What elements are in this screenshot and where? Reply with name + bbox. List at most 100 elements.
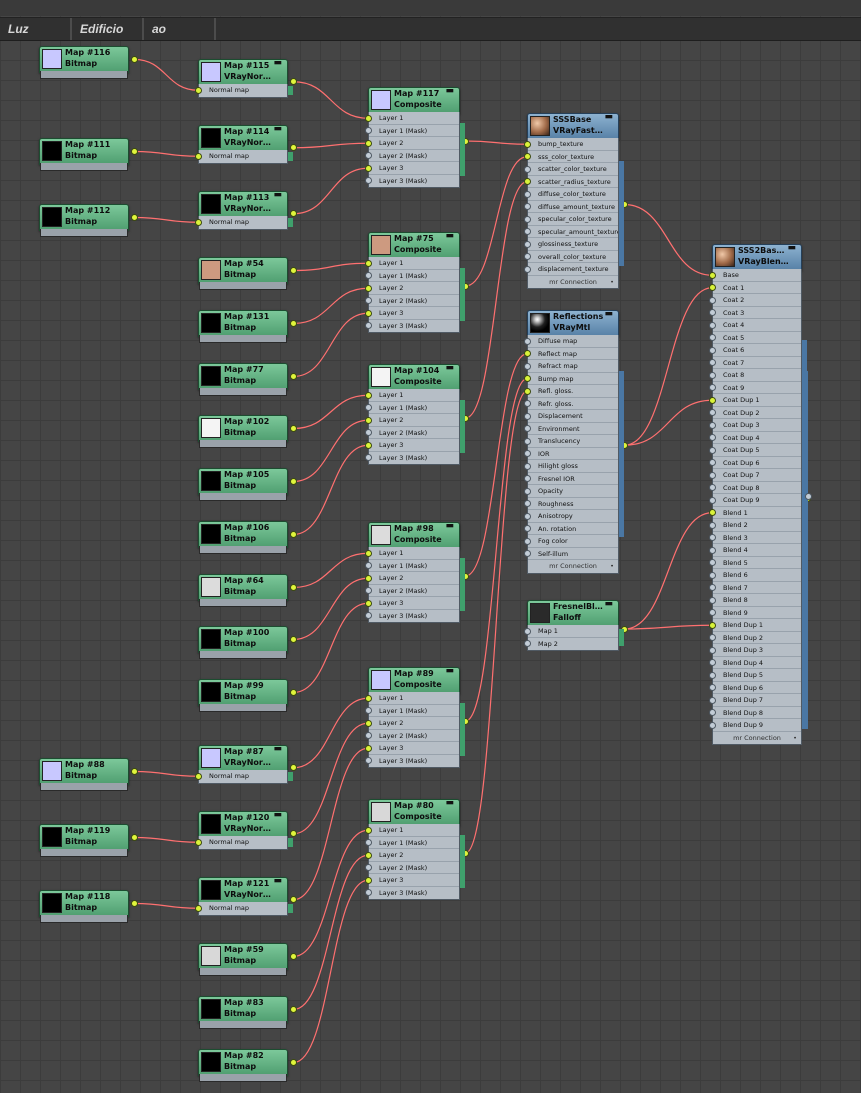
input-slot[interactable]: Bump map (528, 373, 618, 385)
output-socket[interactable] (290, 373, 297, 380)
node-header[interactable]: Map #98 Composite ▬ (368, 521, 460, 549)
mr-connection-row[interactable]: mr Connection • (528, 560, 618, 573)
node-header[interactable]: Map #118 Bitmap (39, 890, 129, 917)
input-socket[interactable] (708, 434, 716, 442)
output-socket[interactable] (131, 214, 138, 221)
node-header[interactable]: Map #59 Bitmap (198, 943, 288, 970)
input-socket[interactable] (194, 838, 202, 846)
input-socket[interactable] (708, 659, 716, 667)
node-n99[interactable]: Map #99 Bitmap (198, 679, 288, 712)
input-socket[interactable] (523, 265, 531, 273)
input-socket[interactable] (364, 416, 372, 424)
output-socket[interactable] (131, 900, 138, 907)
node-n117[interactable]: Map #117 Composite ▬ Layer 1 Layer 1 (Mas… (368, 86, 460, 193)
mr-connection-row[interactable]: mr Connection • (528, 276, 618, 289)
input-slot[interactable]: Translucency (528, 435, 618, 448)
input-socket[interactable] (708, 309, 716, 317)
input-slot[interactable]: Layer 2 (Mask) (369, 730, 459, 742)
input-socket[interactable] (523, 462, 531, 470)
input-slot[interactable]: Anisotropy (528, 510, 618, 523)
input-slot[interactable]: Diffuse map (528, 335, 618, 348)
input-socket[interactable] (708, 609, 716, 617)
input-slot[interactable]: scatter_color_texture (528, 163, 618, 176)
node-header[interactable]: Map #54 Bitmap (198, 257, 288, 284)
node-header[interactable]: Map #113 VRayNor… ▬ (198, 190, 288, 218)
input-socket[interactable] (708, 284, 716, 292)
output-socket[interactable] (290, 320, 297, 327)
input-slot[interactable]: Layer 3 (Mask) (369, 175, 459, 188)
input-socket[interactable] (708, 484, 716, 492)
input-socket[interactable] (364, 114, 372, 122)
input-socket[interactable] (523, 215, 531, 223)
input-socket[interactable] (523, 203, 531, 211)
input-slot[interactable]: Blend Dup 9 (713, 719, 801, 732)
input-socket[interactable] (708, 534, 716, 542)
input-socket[interactable] (523, 640, 531, 648)
input-socket[interactable] (523, 253, 531, 261)
input-socket[interactable] (708, 459, 716, 467)
input-socket[interactable] (708, 571, 716, 579)
input-socket[interactable] (523, 437, 531, 445)
input-socket[interactable] (708, 409, 716, 417)
node-header[interactable]: Map #89 Composite ▬ (368, 666, 460, 694)
input-socket[interactable] (523, 525, 531, 533)
input-slot[interactable]: Blend 8 (713, 594, 801, 607)
input-slot[interactable]: Layer 3 (Mask) (369, 887, 459, 900)
node-header[interactable]: FresnelBl… Falloff ▬ (527, 599, 619, 627)
node-header[interactable]: Map #64 Bitmap (198, 574, 288, 601)
input-slot[interactable]: Blend Dup 6 (713, 682, 801, 694)
node-n105[interactable]: Map #105 Bitmap (198, 468, 288, 501)
minimize-icon[interactable]: ▬ (445, 798, 454, 808)
node-n88[interactable]: Map #88 Bitmap (39, 758, 129, 791)
input-socket[interactable] (364, 127, 372, 135)
input-slot[interactable]: Self-illum (528, 548, 618, 560)
input-slot[interactable]: Blend Dup 7 (713, 694, 801, 707)
minimize-icon[interactable]: ▬ (604, 112, 613, 122)
input-slot[interactable]: Normal map (199, 902, 287, 915)
input-slot[interactable]: Reflect map (528, 348, 618, 360)
input-slot[interactable]: Map 1 (528, 625, 618, 638)
input-slot[interactable]: Blend 5 (713, 557, 801, 569)
output-socket[interactable] (290, 953, 297, 960)
minimize-icon[interactable]: ▬ (273, 58, 282, 68)
node-n54[interactable]: Map #54 Bitmap (198, 257, 288, 290)
input-slot[interactable]: Layer 3 (Mask) (369, 320, 459, 333)
minimize-icon[interactable]: ▬ (604, 309, 613, 319)
input-slot[interactable]: Blend 2 (713, 519, 801, 532)
minimize-icon[interactable]: ▬ (445, 86, 454, 96)
input-slot[interactable]: Coat Dup 1 (713, 394, 801, 407)
input-slot[interactable]: Layer 3 (369, 162, 459, 175)
node-n112[interactable]: Map #112 Bitmap (39, 204, 129, 237)
input-socket[interactable] (523, 537, 531, 545)
input-socket[interactable] (364, 322, 372, 330)
input-slot[interactable]: displacement_texture (528, 263, 618, 276)
input-socket[interactable] (708, 521, 716, 529)
node-header[interactable]: Map #99 Bitmap (198, 679, 288, 706)
input-socket[interactable] (708, 621, 716, 629)
input-socket[interactable] (364, 839, 372, 847)
input-socket[interactable] (523, 240, 531, 248)
input-slot[interactable]: An. rotation (528, 523, 618, 535)
input-socket[interactable] (364, 177, 372, 185)
node-n102[interactable]: Map #102 Bitmap (198, 415, 288, 448)
input-slot[interactable]: Layer 2 (Mask) (369, 295, 459, 307)
input-socket[interactable] (708, 296, 716, 304)
input-socket[interactable] (364, 272, 372, 280)
minimize-icon[interactable]: ▬ (604, 599, 613, 609)
input-socket[interactable] (708, 671, 716, 679)
input-socket[interactable] (364, 391, 372, 399)
input-socket[interactable] (523, 337, 531, 345)
node-blend[interactable]: SSS2Bas… VRayBlen… ▬ Base Coat 1 Coat 2 Coa… (712, 243, 802, 750)
input-slot[interactable]: Hilight gloss (528, 460, 618, 473)
input-slot[interactable]: Layer 1 (Mask) (369, 705, 459, 717)
input-slot[interactable]: Layer 3 (Mask) (369, 610, 459, 623)
input-slot[interactable]: Blend 4 (713, 544, 801, 557)
input-socket[interactable] (523, 362, 531, 370)
input-slot[interactable]: IOR (528, 448, 618, 460)
input-slot[interactable]: Fog color (528, 535, 618, 548)
node-header[interactable]: Map #83 Bitmap (198, 996, 288, 1023)
input-socket[interactable] (194, 218, 202, 226)
node-n75[interactable]: Map #75 Composite ▬ Layer 1 Layer 1 (Mask… (368, 231, 460, 338)
input-socket[interactable] (708, 346, 716, 354)
input-socket[interactable] (708, 709, 716, 717)
